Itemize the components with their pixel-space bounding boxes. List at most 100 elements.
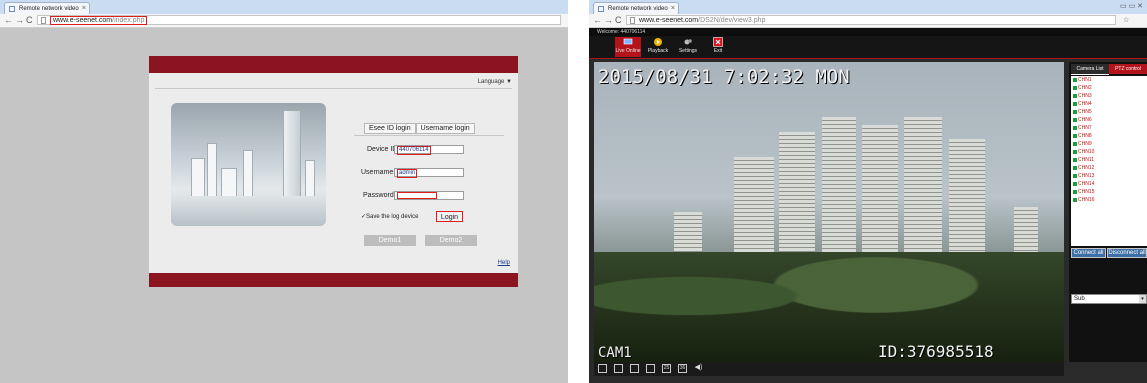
username-label: Username:: [361, 169, 396, 176]
channel-item[interactable]: CHN10: [1071, 148, 1147, 156]
live-online-label: Live Online: [615, 48, 641, 54]
tab-camera-list[interactable]: Camera List: [1071, 64, 1109, 75]
channel-item[interactable]: CHN6: [1071, 116, 1147, 124]
demo1-button[interactable]: Demo1: [364, 235, 416, 246]
channel-list: CHN1 CHN2 CHN3 CHN4 CHN5 CHN6 CHN7 CHN8 …: [1071, 76, 1147, 246]
star-icon[interactable]: ☆: [1123, 14, 1129, 27]
exit-label: Exit: [713, 48, 723, 54]
playback-icon: [654, 38, 662, 46]
exit-button[interactable]: Exit: [705, 37, 731, 54]
city-illustration: [171, 103, 326, 226]
main-toolbar: Live Online Playback Settings Exit: [589, 36, 1147, 58]
liveview-page: Welcome: 440706114 Live Online Playback …: [589, 28, 1147, 383]
layout-9-button[interactable]: [630, 364, 639, 373]
channel-item[interactable]: CHN12: [1071, 164, 1147, 172]
channel-item[interactable]: CHN5: [1071, 108, 1147, 116]
welcome-text: Welcome: 440706114: [589, 28, 1147, 36]
window-controls-icon[interactable]: ▭ ▭ ✕: [1120, 2, 1143, 10]
video-feed[interactable]: 2015/08/31 7:02:32 MON CAM1 ID:376985518: [594, 62, 1064, 362]
channel-item[interactable]: CHN3: [1071, 92, 1147, 100]
building: [243, 150, 253, 198]
side-tabs: Camera List PTZ control: [1071, 64, 1147, 75]
forward-icon[interactable]: →: [15, 14, 24, 27]
page-icon: [598, 6, 604, 12]
login-browser-window: Remote network video × ← → C www.e-seene…: [0, 0, 568, 383]
chevron-down-icon: ▾: [1139, 295, 1146, 303]
address-bar: ← → C www.e-seenet.com/index.php: [0, 14, 568, 28]
close-icon: [713, 37, 723, 47]
settings-button[interactable]: Settings: [675, 37, 701, 54]
help-link[interactable]: Help: [498, 260, 510, 266]
tab-title: Remote network video: [19, 6, 79, 12]
footer-band: [149, 273, 518, 287]
building: [191, 158, 205, 198]
password-field[interactable]: [394, 191, 464, 200]
url-path: /index.php: [112, 17, 145, 24]
device-id-value: 440706114: [397, 146, 431, 155]
live-online-button[interactable]: Live Online: [615, 37, 641, 57]
back-icon[interactable]: ←: [593, 14, 602, 27]
stream-value: Sub: [1074, 296, 1085, 302]
url-field[interactable]: www.e-seenet.com/index.php: [37, 15, 561, 25]
forward-icon[interactable]: →: [604, 14, 613, 27]
page-icon: [9, 6, 15, 12]
demo2-button[interactable]: Demo2: [425, 235, 477, 246]
tab-esee-id-login[interactable]: Esee ID login: [364, 123, 416, 134]
apartment-tower: [949, 139, 985, 267]
device-id-field[interactable]: 440706114: [394, 145, 464, 155]
channel-item[interactable]: CHN2: [1071, 84, 1147, 92]
channel-item[interactable]: CHN15: [1071, 188, 1147, 196]
side-panel: Camera List PTZ control CHN1 CHN2 CHN3 C…: [1069, 62, 1147, 362]
tab-ptz-control[interactable]: PTZ control: [1109, 64, 1147, 74]
url-field[interactable]: www.e-seenet.com/DS2N/dev/view3.php: [626, 15, 1116, 25]
login-page: Language ▼ Esee ID login Username login D…: [0, 28, 568, 383]
building: [207, 143, 217, 198]
layout-36-button[interactable]: 36: [678, 364, 687, 373]
document-icon: [41, 17, 46, 24]
channel-item[interactable]: CHN1: [1071, 76, 1147, 84]
plaza: [171, 196, 326, 226]
disconnect-all-button[interactable]: Disconnect all: [1107, 248, 1147, 258]
divider: [354, 135, 504, 136]
back-icon[interactable]: ←: [4, 14, 13, 27]
document-icon: [630, 17, 635, 24]
username-field[interactable]: admin: [394, 168, 464, 178]
channel-item[interactable]: CHN9: [1071, 140, 1147, 148]
language-menu[interactable]: Language ▼: [478, 79, 512, 85]
password-label: Password:: [363, 192, 396, 199]
connect-all-button[interactable]: Connect all: [1071, 248, 1106, 258]
layout-4-button[interactable]: [614, 364, 623, 373]
save-log-checkbox[interactable]: ✓Save the log device: [361, 213, 418, 220]
channel-item[interactable]: CHN8: [1071, 132, 1147, 140]
apartment-tower: [862, 125, 898, 267]
reload-icon[interactable]: C: [615, 14, 622, 27]
login-panel: Language ▼ Esee ID login Username login D…: [149, 73, 518, 273]
layout-16-button[interactable]: [646, 364, 655, 373]
tab-username-login[interactable]: Username login: [415, 123, 475, 134]
browser-tab[interactable]: Remote network video ×: [4, 2, 90, 14]
stream-select[interactable]: Sub ▾: [1071, 294, 1147, 304]
channel-item[interactable]: CHN16: [1071, 196, 1147, 204]
playback-label: Playback: [647, 48, 669, 54]
header-band: [149, 56, 518, 73]
speaker-icon[interactable]: ◀): [694, 364, 703, 373]
channel-item[interactable]: CHN11: [1071, 156, 1147, 164]
channel-item[interactable]: CHN13: [1071, 172, 1147, 180]
liveview-browser-window: Remote network video × ▭ ▭ ✕ ← → C www.e…: [589, 0, 1147, 383]
layout-25-button[interactable]: 25: [662, 364, 671, 373]
login-button[interactable]: Login: [436, 211, 463, 222]
reload-icon[interactable]: C: [26, 14, 33, 27]
settings-label: Settings: [678, 48, 698, 54]
apartment-tower: [779, 132, 815, 267]
browser-tab[interactable]: Remote network video ×: [593, 2, 679, 14]
channel-item[interactable]: CHN7: [1071, 124, 1147, 132]
save-log-label: Save the log device: [366, 214, 419, 220]
channel-item[interactable]: CHN14: [1071, 180, 1147, 188]
channel-item[interactable]: CHN4: [1071, 100, 1147, 108]
playback-button[interactable]: Playback: [645, 37, 671, 54]
apartment-tower: [734, 157, 774, 267]
layout-1-button[interactable]: [598, 364, 607, 373]
url-highlight: www.e-seenet.com/index.php: [50, 16, 148, 25]
password-highlight: [397, 192, 437, 199]
osd-datetime: 2015/08/31 7:02:32 MON: [598, 66, 850, 88]
